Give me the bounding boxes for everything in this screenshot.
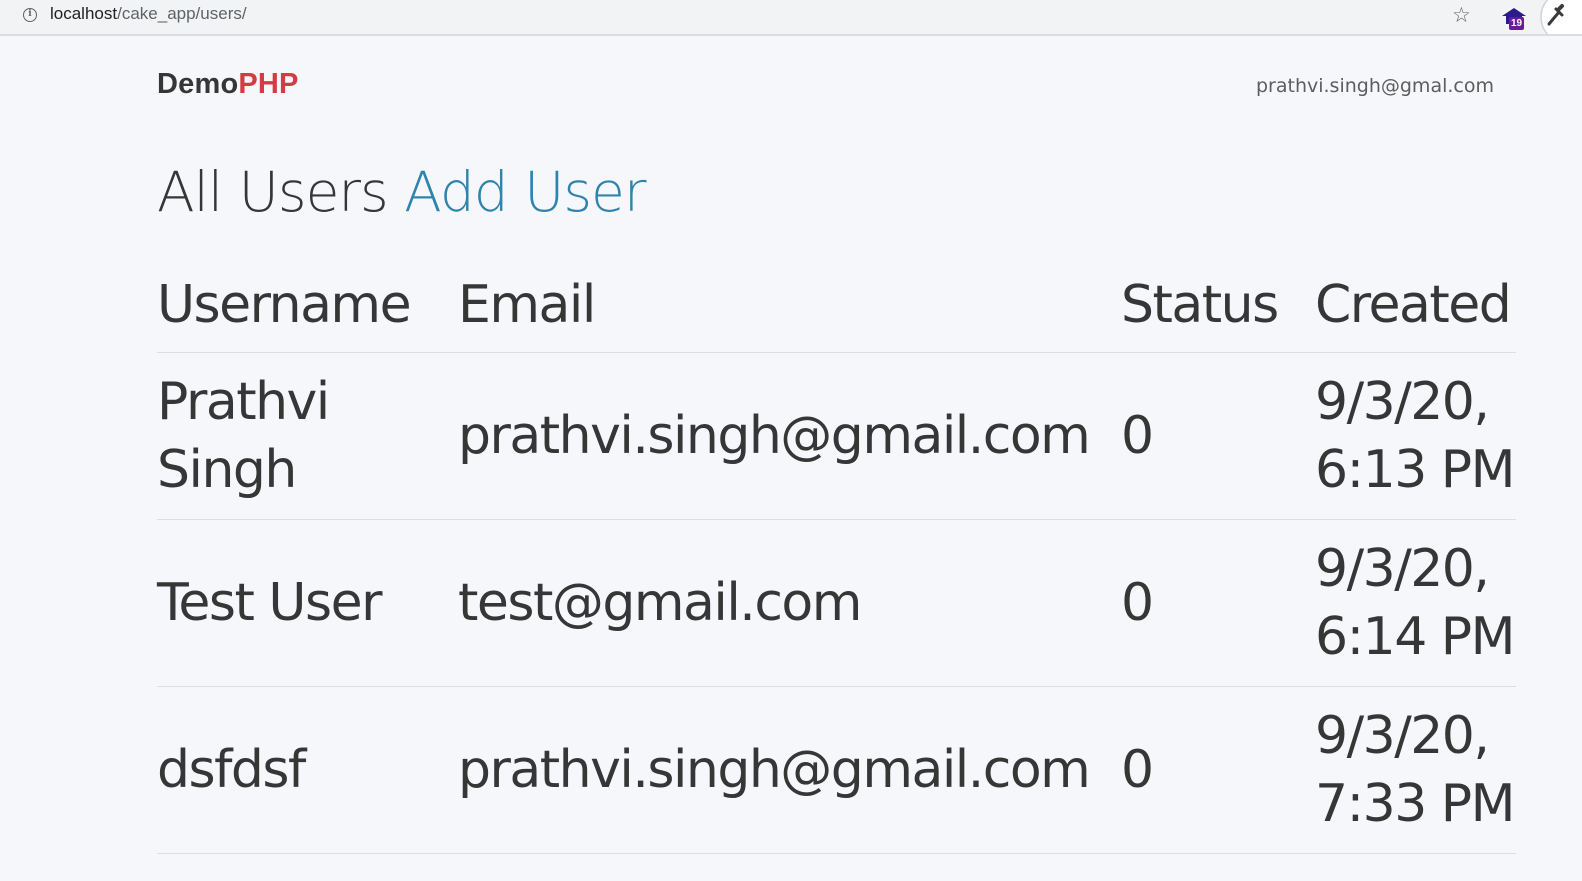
url-path: /cake_app/users/ xyxy=(117,4,247,23)
status-cell: 0 xyxy=(1121,352,1315,520)
username-cell: dsfdsf xyxy=(157,686,458,854)
email-cell: prathvi.singh@gmail.com xyxy=(458,352,1121,520)
table-header-row: Username Email Status Created xyxy=(157,258,1516,353)
column-header-email: Email xyxy=(458,258,1121,353)
status-cell: 0 xyxy=(1121,519,1315,687)
status-cell: 0 xyxy=(1121,686,1315,854)
brand-name: Demo xyxy=(157,68,239,100)
page-title: All Users Add User xyxy=(157,160,647,224)
email-cell: prathvi.singh@gmail.com xyxy=(458,686,1121,854)
extension-badge: 19 xyxy=(1509,17,1525,30)
info-icon[interactable]: i xyxy=(23,8,37,22)
created-cell: 9/3/20, 6:14 PM xyxy=(1315,519,1516,687)
email-cell: test@gmail.com xyxy=(458,519,1121,687)
created-cell: 9/3/20, 6:13 PM xyxy=(1315,352,1516,520)
table-row: dsfdsf prathvi.singh@gmail.com 0 9/3/20,… xyxy=(157,686,1516,854)
created-cell: 9/3/20, 7:33 PM xyxy=(1315,686,1516,854)
brand-logo[interactable]: DemoPHP xyxy=(157,68,299,101)
column-header-username: Username xyxy=(157,258,458,353)
address-bar[interactable]: localhost/cake_app/users/ xyxy=(50,4,247,24)
brand-accent: PHP xyxy=(238,68,299,100)
users-table: Username Email Status Created Prathvi Si… xyxy=(157,258,1516,854)
column-header-created: Created xyxy=(1315,258,1516,353)
table-row: Test User test@gmail.com 0 9/3/20, 6:14 … xyxy=(157,519,1516,687)
logged-in-user-email: prathvi.singh@gmal.com xyxy=(1255,75,1494,97)
url-host: localhost xyxy=(50,4,118,23)
column-header-status: Status xyxy=(1121,258,1315,353)
username-cell: Test User xyxy=(157,519,458,687)
table-row: Prathvi Singh prathvi.singh@gmail.com 0 … xyxy=(157,352,1516,520)
add-user-link[interactable]: Add User xyxy=(404,160,646,224)
star-icon[interactable]: ☆ xyxy=(1452,3,1471,27)
eyedropper-icon[interactable] xyxy=(1537,0,1582,34)
browser-toolbar: i localhost/cake_app/users/ ☆ 19 xyxy=(0,0,1582,36)
page-title-text: All Users xyxy=(157,160,389,224)
username-cell: Prathvi Singh xyxy=(157,352,458,520)
